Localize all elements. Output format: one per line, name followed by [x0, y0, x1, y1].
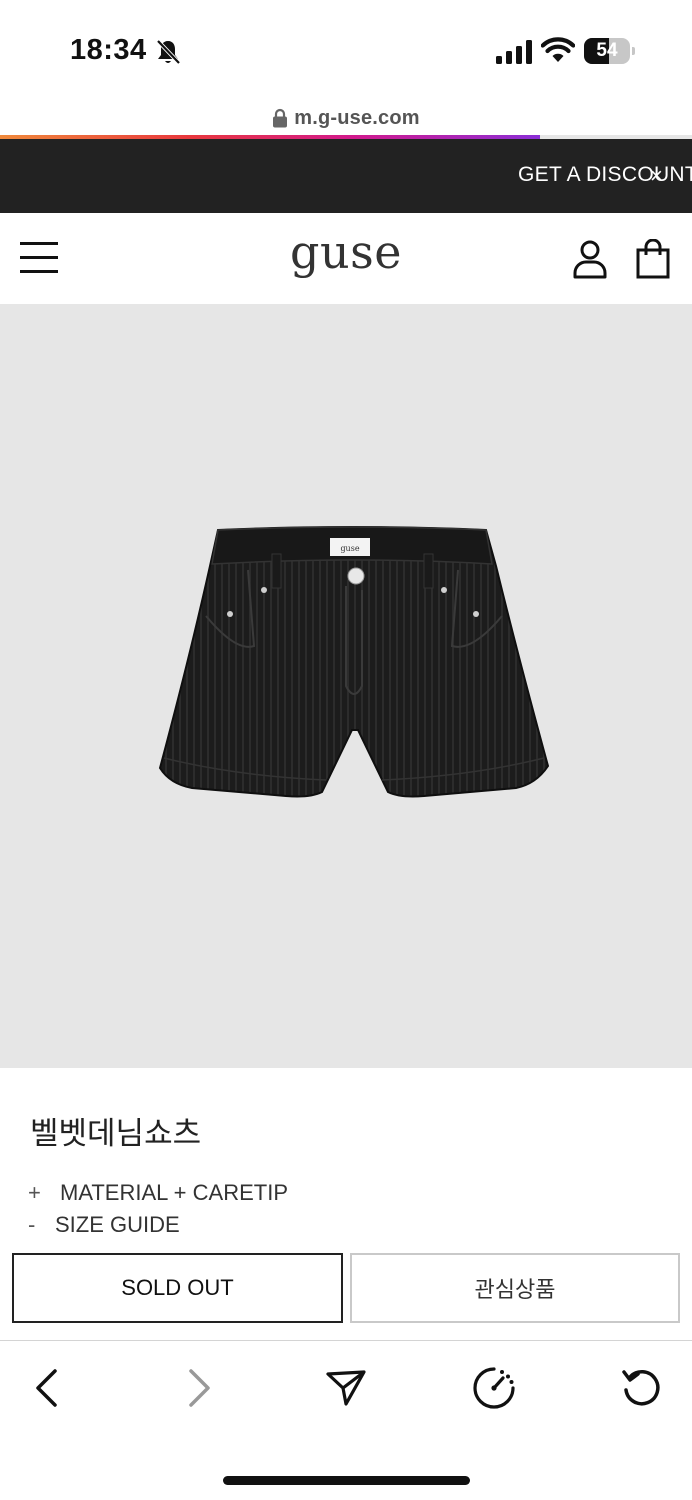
browser-toolbar — [0, 1341, 692, 1431]
size-guide-toggle[interactable]: - SIZE GUIDE — [28, 1212, 180, 1238]
lock-icon — [273, 108, 288, 128]
status-bar: 18:34 54 — [0, 0, 692, 100]
promo-banner[interactable]: GET A DISCOUNT × — [0, 139, 692, 213]
material-caretip-label: MATERIAL + CARETIP — [60, 1180, 288, 1205]
wishlist-button[interactable]: 관심상품 — [350, 1253, 680, 1323]
close-icon[interactable]: × — [650, 163, 663, 189]
back-icon[interactable] — [26, 1366, 70, 1410]
user-icon[interactable] — [572, 239, 608, 279]
product-image[interactable]: guse — [0, 304, 692, 1068]
battery-level: 54 — [596, 40, 618, 61]
status-time: 18:34 — [70, 34, 147, 66]
product-name: 벨벳데님쇼츠 — [30, 1116, 202, 1152]
cellular-signal-icon — [496, 40, 532, 64]
wifi-icon — [541, 37, 575, 62]
size-guide-label: SIZE GUIDE — [55, 1212, 180, 1237]
home-indicator[interactable] — [223, 1476, 470, 1485]
material-caretip-toggle[interactable]: + MATERIAL + CARETIP — [28, 1180, 288, 1206]
promo-text[interactable]: GET A DISCOUNT — [518, 163, 692, 187]
site-header: guse — [0, 213, 692, 304]
address-bar[interactable]: m.g-use.com — [0, 100, 692, 136]
speed-icon[interactable] — [472, 1366, 516, 1410]
forward-icon[interactable] — [176, 1366, 220, 1410]
battery-icon: 54 — [584, 38, 636, 64]
url-text: m.g-use.com — [294, 106, 420, 129]
bell-slash-icon — [156, 39, 181, 65]
label-tag-text: guse — [340, 544, 359, 553]
share-icon[interactable] — [324, 1366, 368, 1410]
sold-out-button[interactable]: SOLD OUT — [12, 1253, 343, 1323]
denim-shorts-image: guse — [158, 526, 550, 798]
shopping-bag-icon[interactable] — [636, 239, 670, 279]
minus-icon: - — [28, 1212, 36, 1237]
reload-icon[interactable] — [620, 1366, 664, 1410]
plus-icon: + — [28, 1180, 41, 1205]
